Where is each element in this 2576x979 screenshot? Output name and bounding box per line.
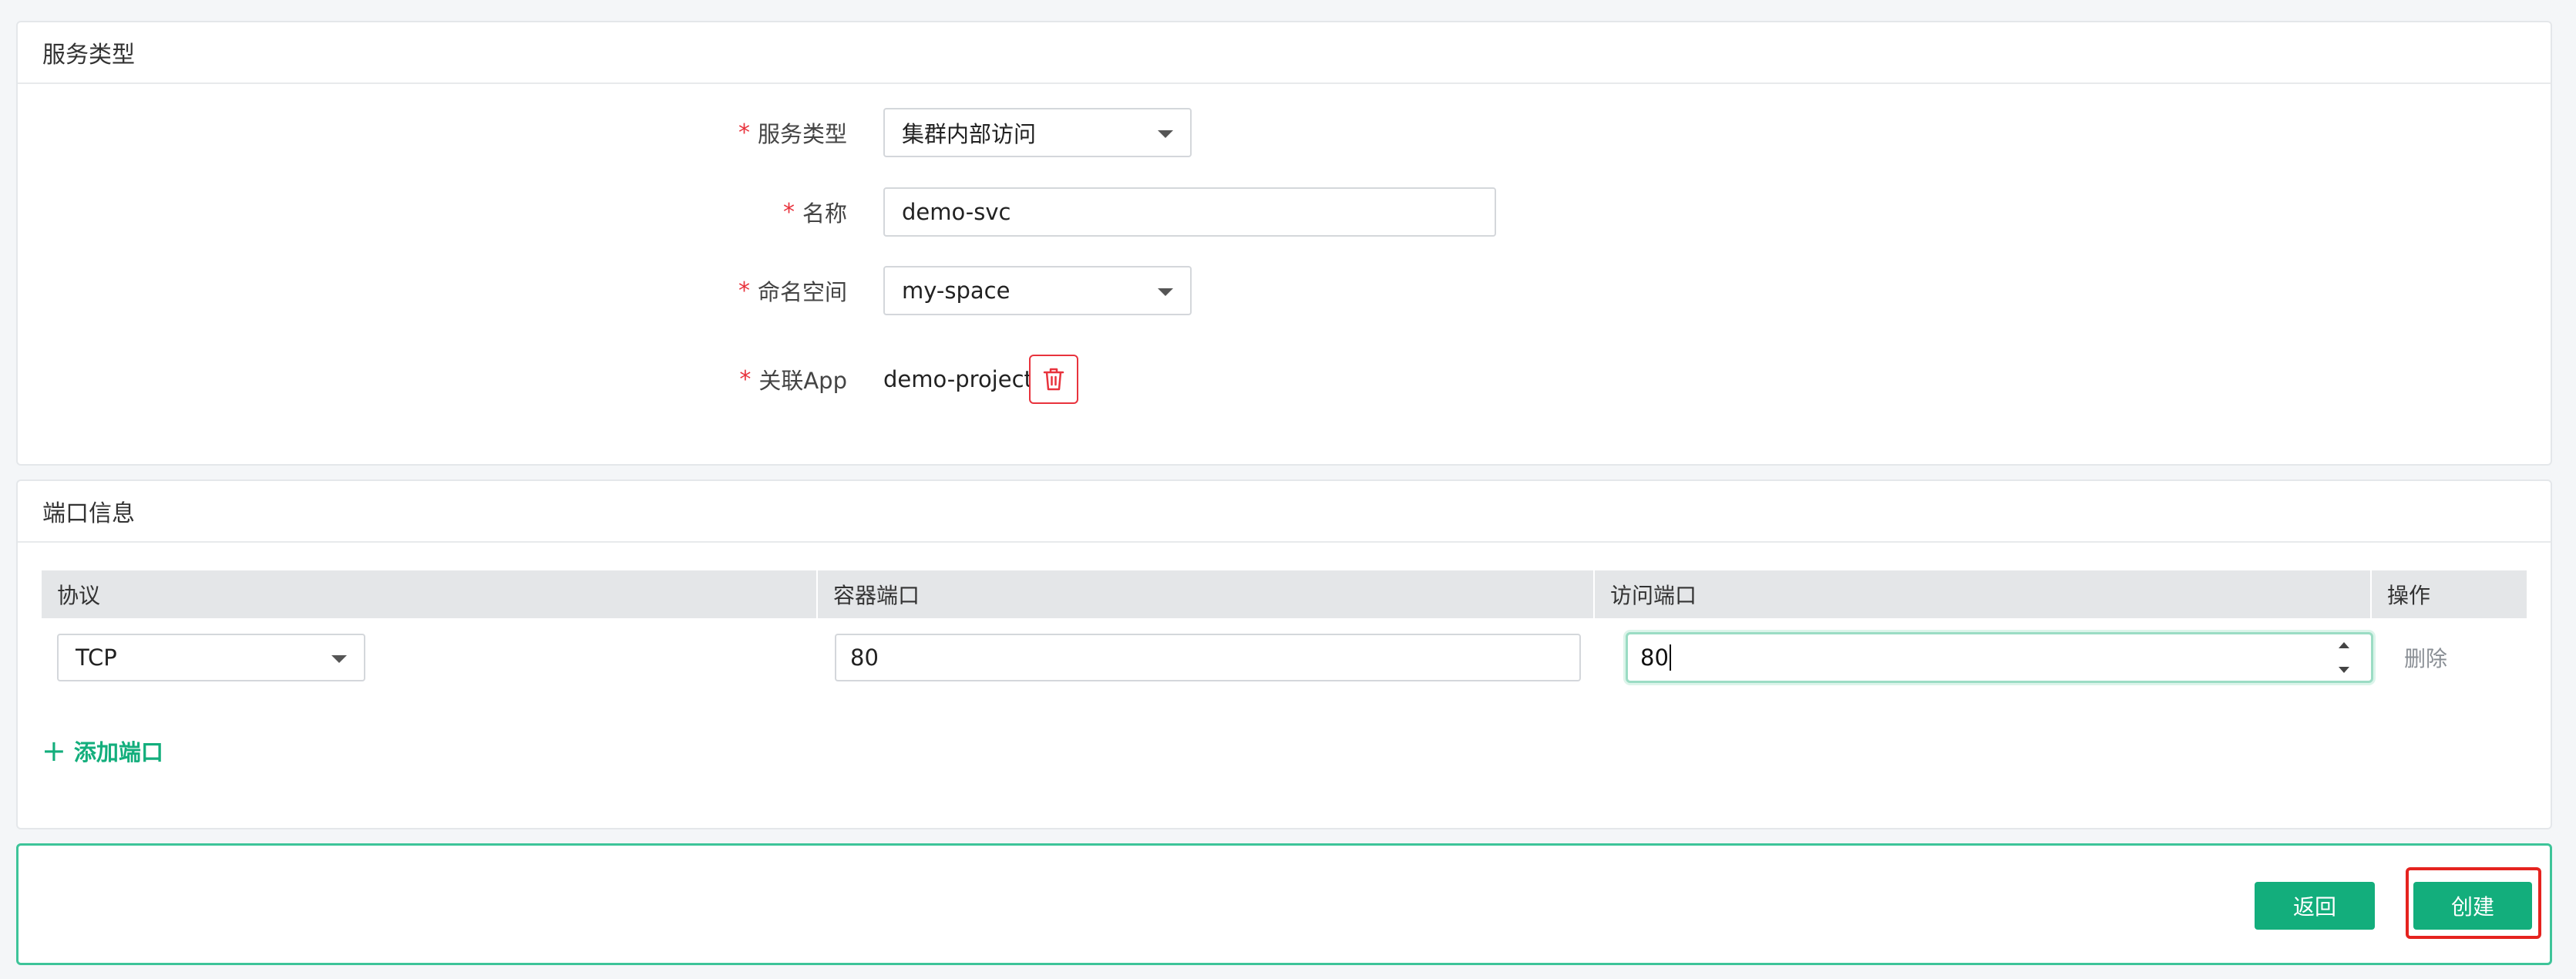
app-row: * 关联App demo-project (18, 355, 2551, 404)
required-mark: * (782, 198, 795, 226)
number-spinner[interactable] (2336, 642, 2352, 673)
delete-app-button[interactable] (1029, 355, 1078, 404)
namespace-label-text: 命名空间 (757, 279, 847, 305)
service-type-select[interactable]: 集群内部访问 (883, 108, 1192, 157)
add-port-button[interactable]: + 添加端口 (42, 732, 163, 770)
access-port-value: 80 (1640, 644, 1669, 671)
text-cursor (1669, 644, 1671, 671)
ports-panel-title: 端口信息 (18, 481, 2551, 543)
column-header-container-port: 容器端口 (818, 570, 1595, 618)
column-header-access-port: 访问端口 (1595, 570, 2372, 618)
service-panel-title: 服务类型 (18, 22, 2551, 84)
service-type-label: * 服务类型 (738, 108, 847, 157)
create-button[interactable]: 创建 (2413, 882, 2532, 930)
ports-table: 协议 容器端口 访问端口 操作 TCP 80 80 删除 (42, 570, 2527, 686)
page: 服务类型 * 服务类型 集群内部访问 * 名称 demo-svc * 命名空间 … (0, 0, 2576, 979)
namespace-value: my-space (902, 278, 1011, 304)
namespace-select[interactable]: my-space (883, 266, 1192, 315)
protocol-select[interactable]: TCP (57, 634, 365, 681)
app-label-text: 关联App (758, 368, 847, 394)
app-value: demo-project (883, 366, 1033, 392)
app-label: * 关联App (739, 355, 847, 404)
chevron-down-icon (1158, 288, 1173, 296)
chevron-down-icon (331, 655, 347, 663)
service-type-row: * 服务类型 集群内部访问 (18, 108, 2551, 157)
required-mark: * (738, 277, 750, 304)
namespace-row: * 命名空间 my-space (18, 266, 2551, 315)
spinner-down-icon[interactable] (2339, 667, 2349, 673)
name-row: * 名称 demo-svc (18, 187, 2551, 237)
column-header-action: 操作 (2387, 583, 2431, 608)
ports-panel: 端口信息 协议 容器端口 访问端口 操作 TCP 80 80 删除 + 添加端口 (16, 479, 2552, 829)
required-mark: * (739, 365, 752, 393)
name-label-text: 名称 (802, 200, 847, 227)
container-port-input[interactable]: 80 (835, 634, 1581, 681)
footer-bar: 返回 创建 (16, 843, 2552, 965)
access-port-input[interactable]: 80 (1626, 632, 2373, 683)
chevron-down-icon (1158, 130, 1173, 138)
trash-icon (1043, 368, 1064, 391)
spinner-up-icon[interactable] (2339, 642, 2349, 648)
service-type-panel: 服务类型 * 服务类型 集群内部访问 * 名称 demo-svc * 命名空间 … (16, 21, 2552, 466)
add-port-label: 添加端口 (73, 739, 163, 765)
column-header-protocol: 协议 (42, 570, 818, 618)
name-input[interactable]: demo-svc (883, 187, 1496, 237)
back-button[interactable]: 返回 (2255, 882, 2375, 930)
service-type-value: 集群内部访问 (902, 121, 1037, 147)
protocol-value: TCP (76, 644, 117, 671)
service-type-label-text: 服务类型 (757, 121, 847, 147)
required-mark: * (738, 119, 750, 146)
ports-table-header: 协议 容器端口 访问端口 操作 (42, 570, 2527, 618)
plus-icon: + (42, 734, 66, 768)
namespace-label: * 命名空间 (738, 266, 847, 315)
delete-row-link[interactable]: 删除 (2404, 634, 2447, 681)
container-port-value: 80 (850, 644, 879, 671)
table-row: TCP 80 80 删除 (42, 618, 2527, 686)
name-label: * 名称 (783, 187, 847, 237)
name-value: demo-svc (902, 199, 1011, 225)
